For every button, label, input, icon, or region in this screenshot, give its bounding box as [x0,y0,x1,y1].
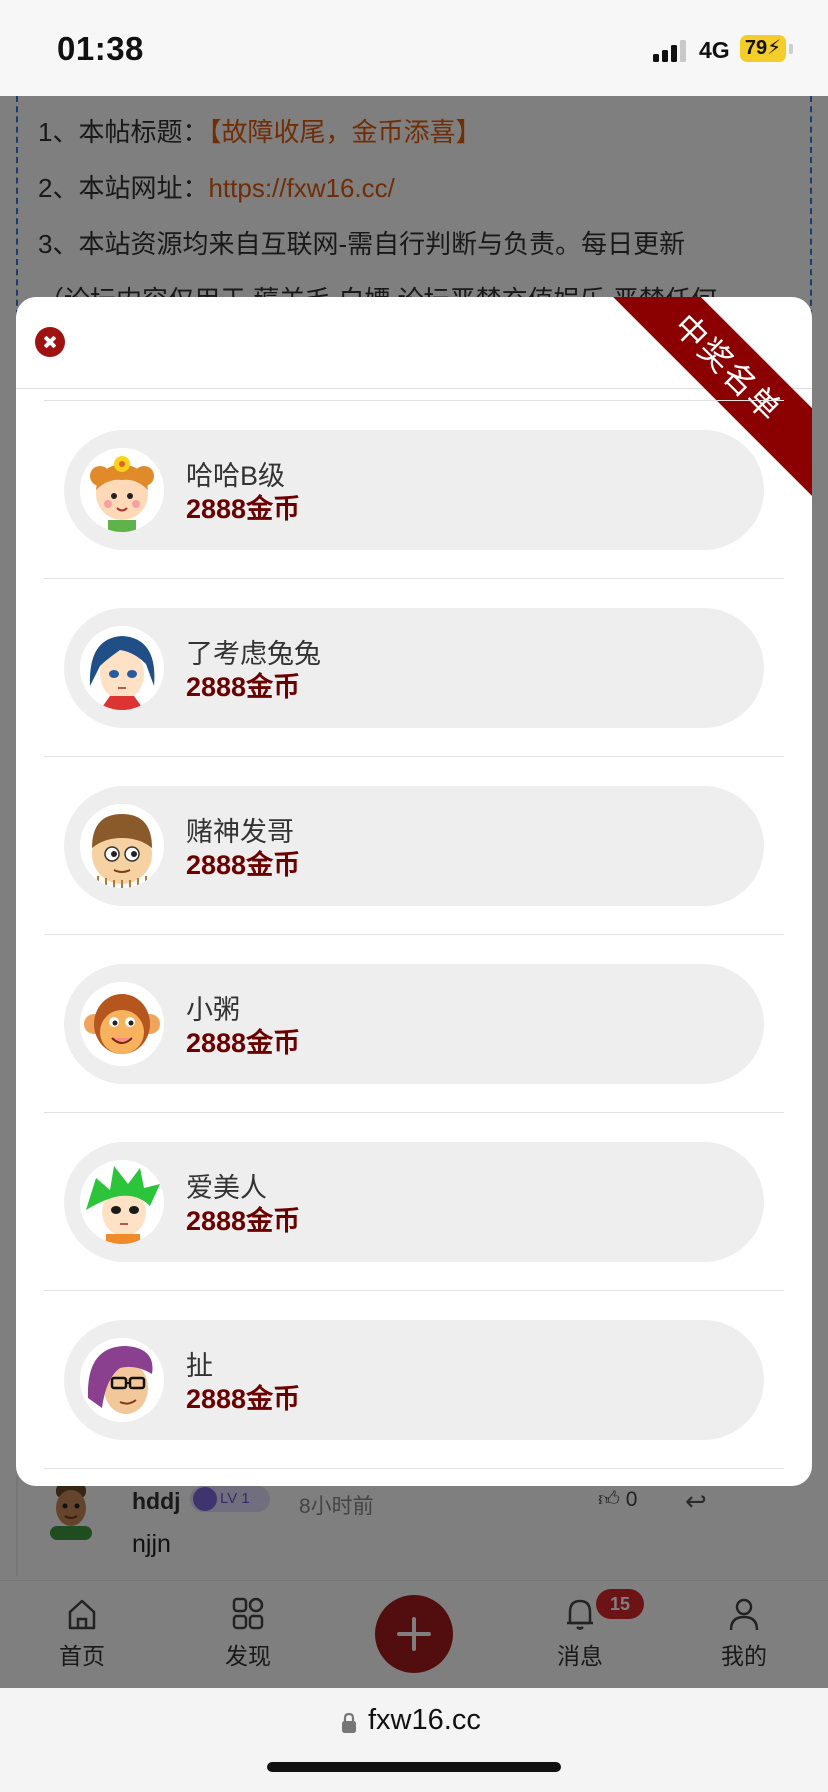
winner-row: 了考虑兔兔 2888金币 [44,578,784,756]
battery-icon: 79⚡ [740,35,786,62]
winner-row: 爱美人 2888金币 [44,1112,784,1290]
winner-row: 哈哈B级 2888金币 [44,400,784,578]
winner-card: 扯 2888金币 [64,1320,764,1440]
blue-hair-avatar[interactable] [80,626,164,710]
close-icon[interactable] [35,327,65,357]
winner-list: 哈哈B级 2888金币 了考虑兔兔 2888金币 赌神发哥 2888金币 小粥 … [16,400,812,1469]
battery-level: 79 [744,37,768,59]
monkey-avatar[interactable] [80,982,164,1066]
charging-bolt-icon: ⚡ [767,37,782,59]
winner-card: 爱美人 2888金币 [64,1142,764,1262]
winner-row: 小粥 2888金币 [44,934,784,1112]
winner-amount: 2888金币 [186,1384,301,1414]
bowl-cut-avatar[interactable] [80,804,164,888]
winner-card: 赌神发哥 2888金币 [64,786,764,906]
winner-row: 赌神发哥 2888金币 [44,756,784,934]
status-time: 01:38 [57,30,144,67]
home-indicator[interactable] [267,1762,561,1772]
list-divider [44,1468,784,1469]
winner-row: 扯 2888金币 [44,1290,784,1468]
girl-avatar[interactable] [80,448,164,532]
winner-amount: 2888金币 [186,1206,301,1236]
winner-card: 哈哈B级 2888金币 [64,430,764,550]
browser-url-bar[interactable]: fxw16.cc [0,1688,828,1792]
status-bar: 01:38 4G 79⚡ [0,0,828,96]
winner-amount: 2888金币 [186,850,301,880]
signal-icon [653,40,689,62]
network-label: 4G [699,37,730,63]
battery-tip [789,44,793,54]
winner-amount: 2888金币 [186,672,301,702]
winner-amount: 2888金币 [186,494,301,524]
winner-card: 小粥 2888金币 [64,964,764,1084]
winner-amount: 2888金币 [186,1028,301,1058]
lock-icon [342,1712,356,1733]
green-hair-avatar[interactable] [80,1160,164,1244]
winner-card: 了考虑兔兔 2888金币 [64,608,764,728]
url-text: fxw16.cc [368,1704,481,1736]
winner-list-modal: 中奖名单 哈哈B级 2888金币 了考虑兔兔 2888金币 赌神发哥 2888金… [16,297,812,1486]
glasses-avatar[interactable] [80,1338,164,1422]
